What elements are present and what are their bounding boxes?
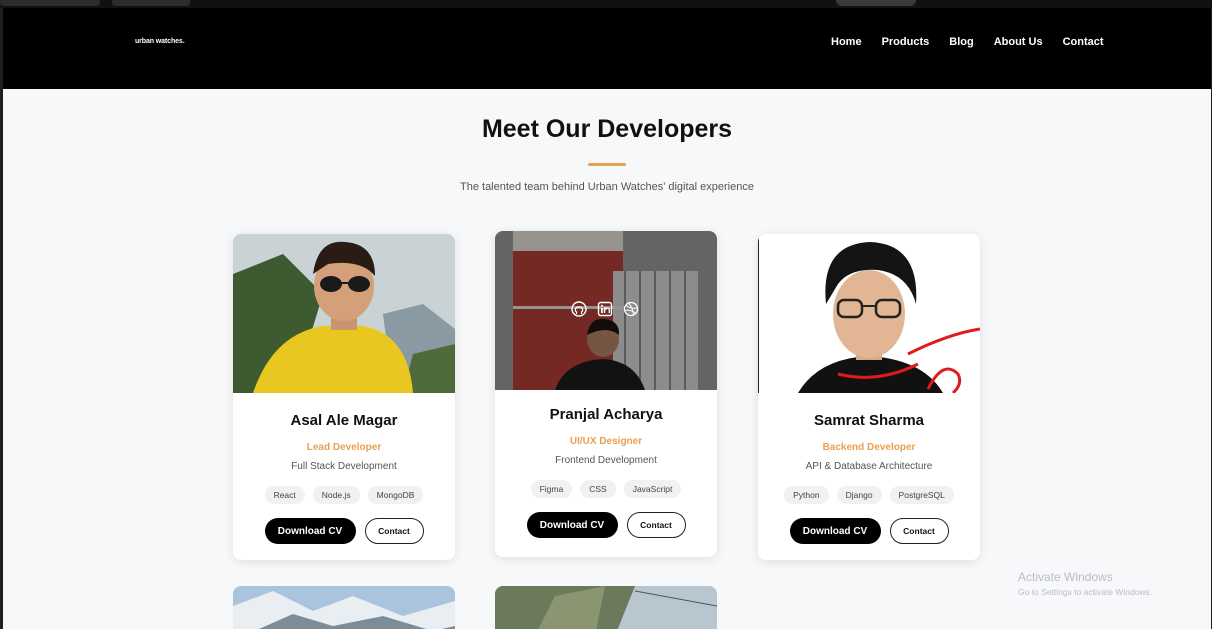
developer-name: Samrat Sharma xyxy=(813,412,925,429)
skill-tag: MongoDB xyxy=(367,486,424,504)
site-logo[interactable]: urban watches. xyxy=(135,38,185,45)
developer-photo xyxy=(758,234,980,393)
download-cv-button[interactable]: Download CV xyxy=(264,518,356,544)
dribbble-icon[interactable] xyxy=(623,301,639,317)
github-icon[interactable] xyxy=(571,301,587,317)
browser-tab[interactable] xyxy=(0,0,100,6)
nav-links: Home Products Blog About Us Contact xyxy=(831,36,1124,48)
skill-tag: Figma xyxy=(530,480,573,498)
linkedin-icon[interactable] xyxy=(597,301,613,317)
download-cv-button[interactable]: Download CV xyxy=(526,512,618,538)
watermark-title: Activate Windows xyxy=(1018,570,1113,584)
nav-blog[interactable]: Blog xyxy=(949,36,973,48)
camera-notch xyxy=(836,0,916,6)
card-actions: Download CV Contact xyxy=(495,512,717,538)
section-subtitle: The talented team behind Urban Watches' … xyxy=(460,181,754,193)
developer-focus: Frontend Development xyxy=(555,455,657,466)
developer-card: Pranjal Acharya UI/UX Designer Frontend … xyxy=(495,231,717,557)
developer-role: Lead Developer xyxy=(306,442,382,453)
developer-role: Backend Developer xyxy=(822,442,916,453)
developer-photo xyxy=(495,586,717,629)
nav-products[interactable]: Products xyxy=(882,36,930,48)
developer-name: Pranjal Acharya xyxy=(549,406,663,423)
skill-tags: Figma CSS JavaScript xyxy=(495,480,717,498)
contact-button[interactable]: Contact xyxy=(626,512,686,538)
developer-card: Samrat Sharma Backend Developer API & Da… xyxy=(758,234,980,560)
skill-tag: Python xyxy=(784,486,829,504)
developer-photo xyxy=(233,586,455,629)
skill-tags: React Node.js MongoDB xyxy=(233,486,455,504)
skill-tag: React xyxy=(264,486,305,504)
developer-name: Asal Ale Magar xyxy=(290,412,398,429)
developer-card-partial xyxy=(233,586,455,629)
recording-top-strip xyxy=(0,0,1212,8)
nav-home[interactable]: Home xyxy=(831,36,862,48)
section-title: Meet Our Developers xyxy=(481,115,733,143)
windows-activation-watermark: Activate Windows Go to Settings to activ… xyxy=(1018,570,1152,597)
nav-about-us[interactable]: About Us xyxy=(994,36,1043,48)
developer-focus: Full Stack Development xyxy=(291,461,397,472)
developer-card-partial xyxy=(495,586,717,629)
skill-tag: JavaScript xyxy=(623,480,682,498)
skill-tag: Django xyxy=(836,486,882,504)
nav-contact[interactable]: Contact xyxy=(1063,36,1104,48)
developer-photo xyxy=(233,234,455,393)
social-links xyxy=(571,301,639,317)
developer-role: UI/UX Designer xyxy=(569,436,643,447)
developer-focus: API & Database Architecture xyxy=(805,461,933,472)
browser-tab[interactable] xyxy=(112,0,190,6)
developer-photo xyxy=(495,231,717,390)
skill-tag: CSS xyxy=(580,480,616,498)
card-actions: Download CV Contact xyxy=(758,518,980,544)
site-navbar: urban watches. Home Products Blog About … xyxy=(3,8,1211,89)
skill-tag: Node.js xyxy=(312,486,360,504)
title-divider xyxy=(588,163,626,166)
contact-button[interactable]: Contact xyxy=(364,518,424,544)
watermark-subtitle: Go to Settings to activate Windows. xyxy=(1018,587,1153,597)
developer-card: Asal Ale Magar Lead Developer Full Stack… xyxy=(233,234,455,560)
card-actions: Download CV Contact xyxy=(233,518,455,544)
developers-page: urban watches. Home Products Blog About … xyxy=(3,8,1211,629)
skill-tag: PostgreSQL xyxy=(889,486,954,504)
contact-button[interactable]: Contact xyxy=(889,518,949,544)
skill-tags: Python Django PostgreSQL xyxy=(758,486,980,504)
download-cv-button[interactable]: Download CV xyxy=(789,518,881,544)
